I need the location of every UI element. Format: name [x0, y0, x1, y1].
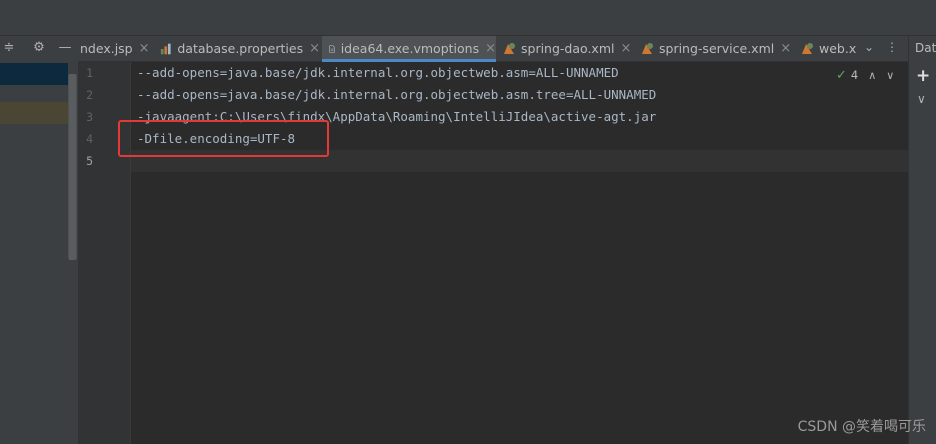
minimize-icon[interactable]: — [56, 39, 74, 57]
spring-xml-icon [504, 42, 515, 54]
highlight-annotation-box [118, 120, 329, 157]
database-panel: Data + ∨ [908, 36, 936, 444]
tree-row-highlighted[interactable] [0, 102, 68, 124]
gear-icon[interactable]: ⚙ [30, 39, 48, 57]
close-icon[interactable]: × [780, 41, 791, 56]
line-number: 2 [86, 88, 93, 102]
tab-web-xml[interactable]: web.x [800, 36, 860, 61]
chevron-up-icon[interactable]: ∧ [868, 69, 876, 82]
vmoptions-file-icon [329, 44, 335, 53]
line-number: 4 [86, 132, 93, 146]
editor-tab-bar: ndex.jsp × database.properties × idea64.… [78, 36, 908, 62]
tab-label: database.properties [177, 41, 304, 56]
chevron-down-icon[interactable]: ∨ [886, 69, 894, 82]
tab-idea64-vmoptions[interactable]: idea64.exe.vmoptions × [322, 36, 496, 62]
project-scrollbar[interactable] [68, 74, 77, 260]
project-panel: ≑ ⚙ — [0, 36, 79, 444]
tab-label: spring-dao.xml [521, 41, 615, 56]
tab-label: web.x [819, 41, 857, 56]
project-toolbar: ≑ ⚙ — [0, 36, 78, 60]
spring-xml-icon [642, 42, 653, 54]
web-xml-icon [802, 42, 813, 54]
close-icon[interactable]: × [139, 41, 150, 56]
chevron-down-icon[interactable]: ⌄ [864, 40, 874, 54]
tab-label: ndex.jsp [80, 41, 133, 56]
tab-spring-dao-xml[interactable]: spring-dao.xml × [502, 36, 632, 61]
close-icon[interactable]: × [485, 41, 496, 56]
line-number: 1 [86, 66, 93, 80]
add-icon[interactable]: + [916, 66, 930, 86]
close-icon[interactable]: × [620, 41, 631, 56]
watermark: CSDN @笑着喝可乐 [797, 419, 926, 435]
tab-index-jsp[interactable]: ndex.jsp × [78, 36, 160, 61]
more-options-icon[interactable]: ⋮ [886, 40, 898, 54]
close-icon[interactable]: × [309, 41, 320, 56]
inspection-count: 4 [850, 68, 859, 82]
properties-file-icon [160, 43, 171, 54]
code-line-2[interactable]: --add-opens=java.base/jdk.internal.org.o… [137, 84, 656, 106]
title-bar [0, 0, 936, 36]
scrollbar-thumb[interactable] [69, 74, 76, 260]
check-icon: ✓ [836, 67, 847, 83]
inspection-widget[interactable]: ✓ 4 ∧ ∨ [836, 67, 894, 83]
collapse-icon[interactable]: ≑ [0, 39, 18, 57]
code-line-1[interactable]: --add-opens=java.base/jdk.internal.org.o… [137, 62, 619, 84]
tab-database-properties[interactable]: database.properties × [160, 36, 320, 61]
chevron-down-icon[interactable]: ∨ [917, 92, 926, 106]
tab-label: spring-service.xml [659, 41, 775, 56]
line-number: 5 [86, 154, 93, 168]
line-number: 3 [86, 110, 93, 124]
tab-spring-service-xml[interactable]: spring-service.xml × [640, 36, 794, 61]
tree-row-selected[interactable] [0, 63, 68, 85]
database-panel-title[interactable]: Data [915, 41, 936, 55]
tab-label: idea64.exe.vmoptions [340, 41, 480, 56]
